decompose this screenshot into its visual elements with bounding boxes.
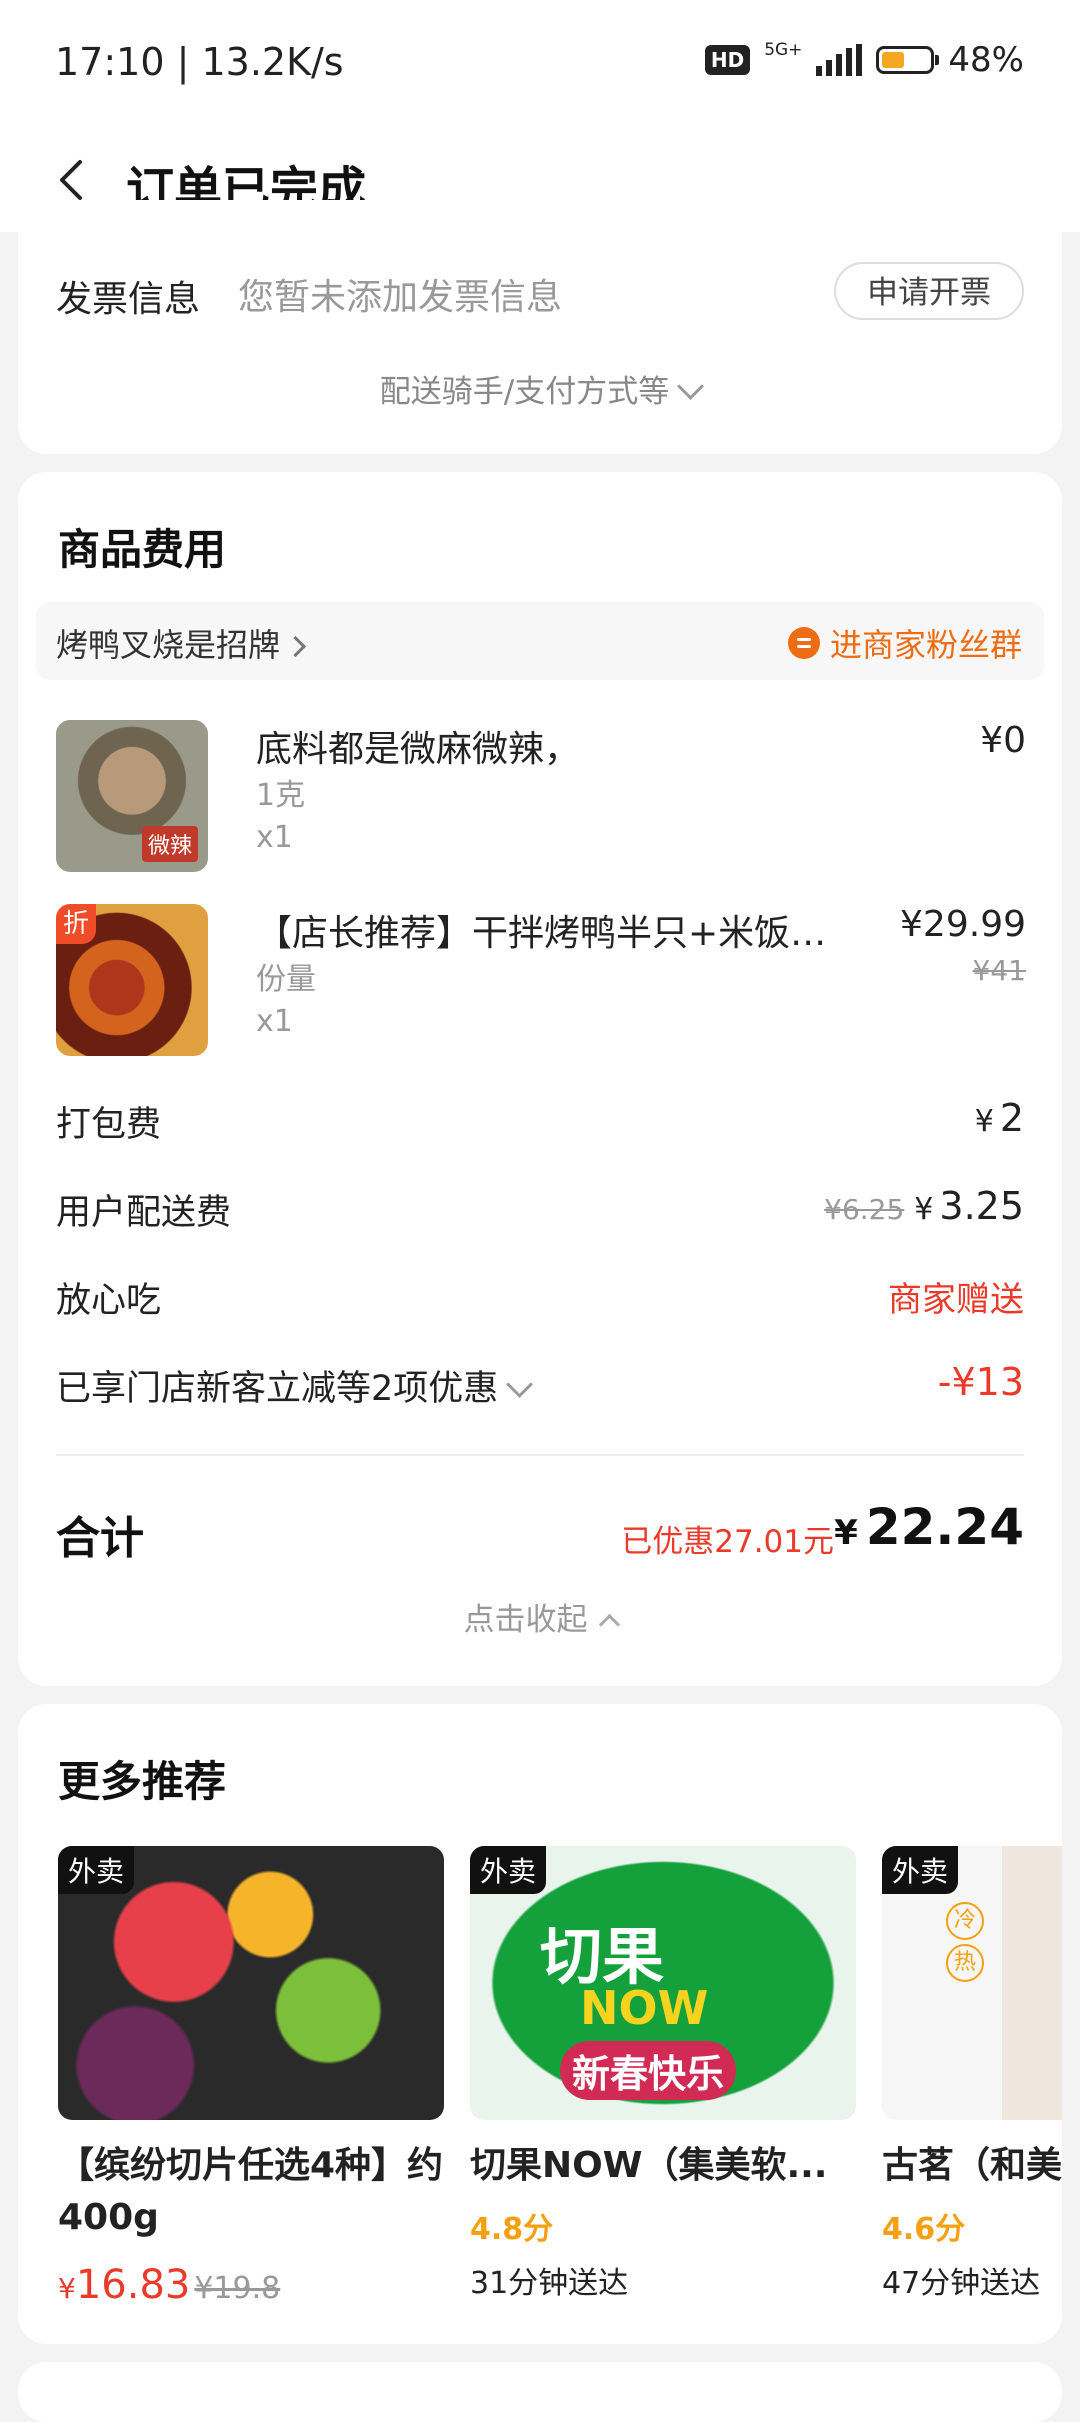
fans-group-link[interactable]: 进商家粉丝群 [787, 620, 1022, 666]
apply-invoice-button[interactable]: 申请开票 [834, 262, 1024, 320]
currency-symbol: ¥ [914, 1192, 934, 1227]
total-label: 合计 [56, 1513, 144, 1564]
recommend-original-price: ¥19.8 [194, 2271, 281, 2306]
recommend-section-title: 更多推荐 [58, 1757, 227, 1806]
thumbnail-caption: 微辣 [141, 826, 198, 862]
currency-symbol: ¥ [834, 1513, 858, 1553]
fee-original: ¥6.25 [824, 1193, 905, 1226]
item-thumbnail: 折 [56, 904, 208, 1056]
logo-text: 新春快乐 [560, 2041, 737, 2100]
item-quantity: x1 [256, 1004, 293, 1039]
takeout-tag: 外卖 [882, 1846, 959, 1894]
invoice-label: 发票信息 [56, 279, 201, 320]
goods-cost-card: 商品费用 烤鸭叉烧是招牌 进商家粉丝群 微辣 底料都是微麻微辣， 1克 x1 ¥… [18, 472, 1062, 1686]
status-icons: HD 5G+ 48% [704, 40, 1024, 80]
fans-group-label: 进商家粉丝群 [829, 626, 1022, 664]
safe-eat-row: 放心吃 商家赠送 [56, 1272, 1024, 1328]
discount-label: 已享门店新客立减等2项优惠 [56, 1360, 534, 1411]
hd-icon: HD [704, 45, 751, 75]
item-thumbnail: 微辣 [56, 720, 208, 872]
battery-icon [876, 46, 940, 74]
expand-details-link[interactable]: 配送骑手/支付方式等 [18, 366, 1062, 411]
chevron-down-icon [677, 373, 705, 400]
fee-value: ¥2 [975, 1096, 1024, 1140]
fee-amount: 3.25 [939, 1184, 1024, 1228]
price-amount: 16.83 [75, 2262, 191, 2308]
fee-amount: 2 [999, 1096, 1024, 1140]
recommend-title: 【缤纷切片任选4种】约400g [58, 2145, 444, 2238]
status-time: 17:10 | 13.2K/s [55, 40, 344, 84]
total-amount: 22.24 [865, 1498, 1024, 1556]
cold-hot-badge: 冷热 [946, 1902, 986, 1986]
recommend-title: 古茗（和美 [882, 2145, 1062, 2186]
item-spec: 份量 [256, 962, 316, 997]
fee-value: ¥6.25 ¥3.25 [824, 1184, 1024, 1228]
item-original-price: ¥41 [972, 954, 1026, 987]
goods-section-title: 商品费用 [58, 525, 227, 574]
item-price: ¥29.99 [900, 904, 1026, 945]
delivery-fee-row: 用户配送费 ¥6.25 ¥3.25 [56, 1184, 1024, 1240]
logo-text: NOW [580, 1981, 709, 2035]
takeout-tag: 外卖 [58, 1846, 135, 1894]
store-name: 烤鸭叉烧是招牌 [56, 626, 281, 664]
recommend-score: 4.8分 [470, 2212, 554, 2247]
recommend-score: 4.6分 [882, 2212, 966, 2247]
network-type: 5G+ [764, 40, 803, 60]
expand-details-label: 配送骑手/支付方式等 [379, 374, 670, 410]
status-bar: 17:10 | 13.2K/s HD 5G+ 48% [0, 0, 1080, 128]
recommend-card: 更多推荐 外卖 【缤纷切片任选4种】约400g ¥16.83 ¥19.8 切果 N… [18, 1704, 1062, 2344]
store-name-link[interactable]: 烤鸭叉烧是招牌 [56, 620, 307, 666]
currency-symbol: ¥ [974, 1104, 994, 1139]
recommend-eta: 31分钟送达 [470, 2266, 629, 2301]
cold-badge: 冷 [946, 1902, 984, 1940]
item-spec: 1克 [256, 778, 306, 813]
order-item[interactable]: 折 【店长推荐】干拌烤鸭半只+米饭+锅... 份量 x1 ¥29.99 ¥41 [56, 904, 1026, 1060]
hot-badge: 热 [946, 1944, 984, 1982]
discount-row[interactable]: 已享门店新客立减等2项优惠 -¥13 [56, 1360, 1024, 1416]
discount-label-text: 已享门店新客立减等2项优惠 [56, 1369, 499, 1409]
packing-fee-row: 打包费 ¥2 [56, 1096, 1024, 1152]
takeout-tag: 外卖 [470, 1846, 547, 1894]
item-quantity: x1 [256, 820, 293, 855]
currency-symbol: ¥ [58, 2272, 76, 2305]
collapse-label: 点击收起 [463, 1602, 588, 1638]
battery-percent: 48% [948, 40, 1024, 80]
chat-icon [787, 627, 820, 659]
fee-value: 商家赠送 [888, 1280, 1024, 1320]
recommend-eta: 47分钟送达 [882, 2266, 1041, 2301]
discount-corner-badge: 折 [56, 904, 96, 944]
item-name: 【店长推荐】干拌烤鸭半只+米饭+锅... [256, 913, 856, 954]
divider [56, 1454, 1024, 1456]
recommend-title: 切果NOW（集美软... [470, 2145, 828, 2186]
store-bar: 烤鸭叉烧是招牌 进商家粉丝群 [36, 602, 1044, 680]
recommend-item[interactable]: 冷热 外卖 古茗（和美 4.6分 47分钟送达 [882, 1846, 1062, 2306]
total-value: ¥22.24 [834, 1498, 1024, 1556]
signal-icon [816, 44, 863, 76]
chevron-right-icon [284, 635, 307, 658]
item-name: 底料都是微麻微辣， [256, 729, 581, 770]
total-saved: 已优惠27.01元 [621, 1524, 834, 1560]
recommend-price: ¥16.83 ¥19.8 [58, 2262, 280, 2308]
fee-label: 放心吃 [56, 1281, 162, 1321]
item-price: ¥0 [980, 720, 1026, 761]
order-item[interactable]: 微辣 底料都是微麻微辣， 1克 x1 ¥0 [56, 720, 1026, 876]
chevron-up-icon [598, 1613, 620, 1636]
next-card-peek [18, 2362, 1062, 2422]
invoice-placeholder: 您暂未添加发票信息 [238, 277, 563, 318]
back-arrow-icon[interactable] [48, 156, 96, 204]
invoice-card: 发票信息 您暂未添加发票信息 申请开票 配送骑手/支付方式等 [18, 200, 1062, 454]
chevron-down-icon [506, 1371, 534, 1398]
discount-value: -¥13 [937, 1360, 1024, 1404]
fee-label: 用户配送费 [56, 1193, 232, 1233]
fee-label: 打包费 [56, 1105, 162, 1145]
collapse-link[interactable]: 点击收起 [18, 1594, 1062, 1639]
